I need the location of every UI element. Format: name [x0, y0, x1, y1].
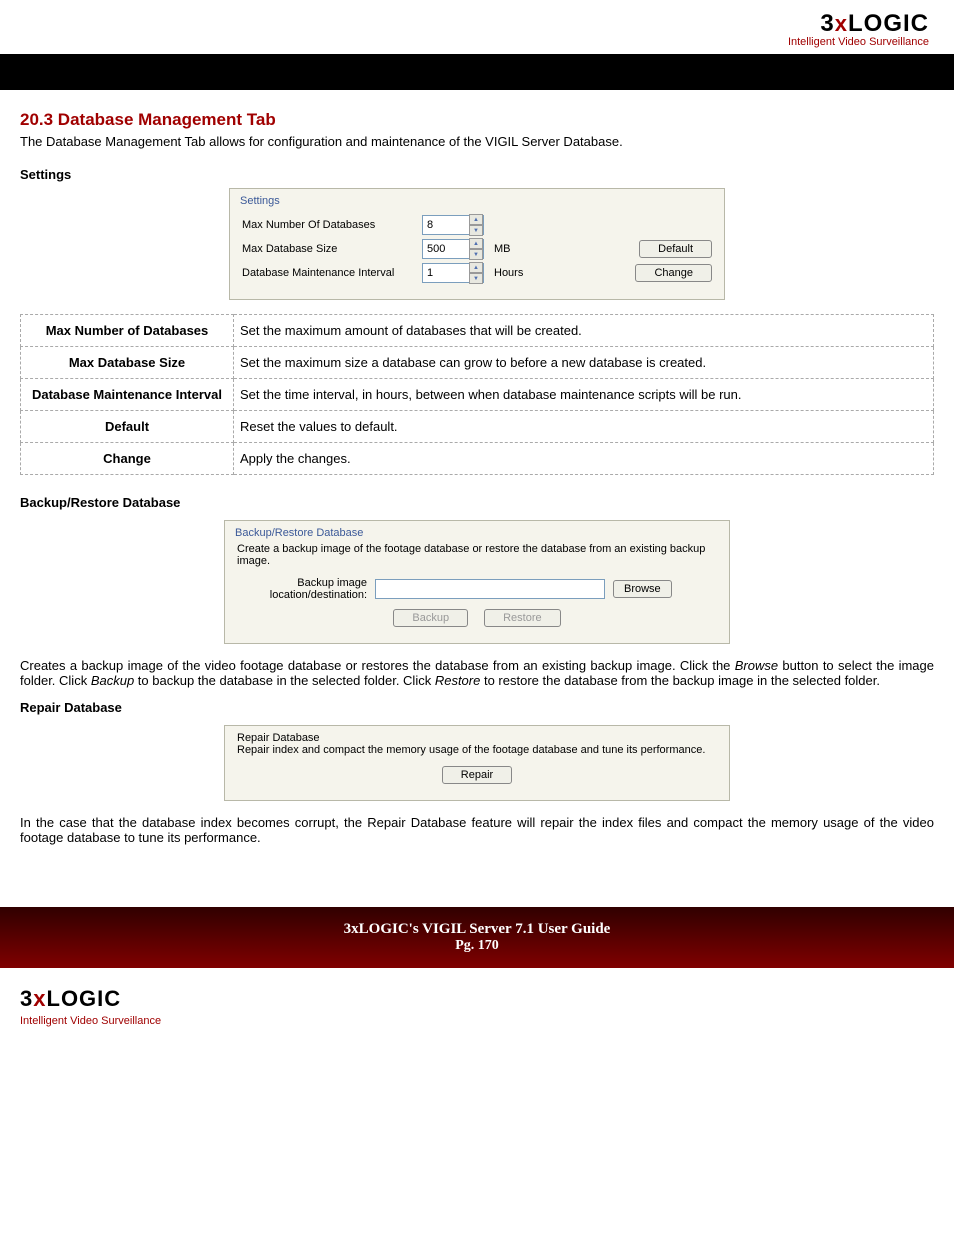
- interval-input[interactable]: 1 ▲ ▼: [422, 263, 484, 283]
- logo-suffix: LOGIC: [47, 986, 122, 1011]
- table-row: Max Number of Databases Set the maximum …: [21, 315, 934, 347]
- logo-x: x: [835, 11, 848, 36]
- logo-prefix: 3: [20, 986, 33, 1011]
- table-desc: Set the maximum amount of databases that…: [234, 315, 934, 347]
- max-size-unit: MB: [494, 243, 511, 255]
- table-row: Database Maintenance Interval Set the ti…: [21, 379, 934, 411]
- browse-button[interactable]: Browse: [613, 580, 672, 598]
- settings-table: Max Number of Databases Set the maximum …: [20, 314, 934, 475]
- backup-path-label: Backup image location/destination:: [237, 577, 375, 601]
- table-row: Default Reset the values to default.: [21, 411, 934, 443]
- repair-button[interactable]: Repair: [442, 766, 512, 784]
- max-size-input[interactable]: 500 ▲ ▼: [422, 239, 484, 259]
- backup-heading: Backup/Restore Database: [20, 495, 934, 510]
- default-button[interactable]: Default: [639, 240, 712, 258]
- section-intro: The Database Management Tab allows for c…: [20, 134, 934, 149]
- footer-bar: 3xLOGIC's VIGIL Server 7.1 User Guide Pg…: [0, 907, 954, 968]
- settings-heading: Settings: [20, 167, 934, 182]
- backup-fieldset: Backup/Restore Database Create a backup …: [224, 520, 730, 644]
- logo-suffix: LOGIC: [848, 10, 929, 37]
- interval-label: Database Maintenance Interval: [242, 267, 422, 279]
- repair-fieldset: Repair Database Repair index and compact…: [224, 725, 730, 801]
- settings-legend: Settings: [236, 195, 284, 207]
- backup-button[interactable]: Backup: [393, 609, 468, 627]
- spin-down-icon[interactable]: ▼: [469, 249, 483, 260]
- spin-up-icon[interactable]: ▲: [469, 262, 483, 273]
- max-db-input[interactable]: 8 ▲ ▼: [422, 215, 484, 235]
- footer-page: Pg. 170: [0, 938, 954, 954]
- table-desc: Set the time interval, in hours, between…: [234, 379, 934, 411]
- footer-title: 3xLOGIC's VIGIL Server 7.1 User Guide: [0, 921, 954, 938]
- max-size-label: Max Database Size: [242, 243, 422, 255]
- footer-logo: 3xLOGIC Intelligent Video Surveillance: [0, 968, 954, 1037]
- change-button[interactable]: Change: [635, 264, 712, 282]
- table-row: Max Database Size Set the maximum size a…: [21, 347, 934, 379]
- logo-tagline: Intelligent Video Surveillance: [20, 36, 929, 48]
- backup-path-input[interactable]: [375, 579, 605, 599]
- settings-fieldset: Settings Max Number Of Databases 8 ▲ ▼ M…: [229, 188, 725, 300]
- header-black-bar: [0, 54, 954, 90]
- table-desc: Reset the values to default.: [234, 411, 934, 443]
- table-desc: Set the maximum size a database can grow…: [234, 347, 934, 379]
- logo-x: x: [33, 986, 46, 1011]
- interval-unit: Hours: [494, 267, 523, 279]
- spin-up-icon[interactable]: ▲: [469, 214, 483, 225]
- repair-heading: Repair Database: [20, 700, 934, 715]
- max-db-label: Max Number Of Databases: [242, 219, 422, 231]
- table-desc: Apply the changes.: [234, 443, 934, 475]
- table-label: Max Database Size: [21, 347, 234, 379]
- header-logo: 3xLOGIC Intelligent Video Surveillance: [20, 10, 934, 48]
- backup-legend: Backup/Restore Database: [231, 527, 367, 539]
- table-label: Change: [21, 443, 234, 475]
- backup-paragraph: Creates a backup image of the video foot…: [20, 658, 934, 688]
- backup-desc: Create a backup image of the footage dat…: [237, 543, 717, 567]
- repair-desc: Repair index and compact the memory usag…: [237, 744, 717, 756]
- table-row: Change Apply the changes.: [21, 443, 934, 475]
- table-label: Database Maintenance Interval: [21, 379, 234, 411]
- table-label: Default: [21, 411, 234, 443]
- restore-button[interactable]: Restore: [484, 609, 561, 627]
- spin-down-icon[interactable]: ▼: [469, 225, 483, 236]
- section-title: 20.3 Database Management Tab: [20, 110, 934, 130]
- logo-prefix: 3: [820, 10, 834, 37]
- repair-paragraph: In the case that the database index beco…: [20, 815, 934, 845]
- table-label: Max Number of Databases: [21, 315, 234, 347]
- spin-up-icon[interactable]: ▲: [469, 238, 483, 249]
- logo-tagline: Intelligent Video Surveillance: [20, 1015, 161, 1027]
- spin-down-icon[interactable]: ▼: [469, 273, 483, 284]
- repair-legend: Repair Database: [237, 732, 320, 744]
